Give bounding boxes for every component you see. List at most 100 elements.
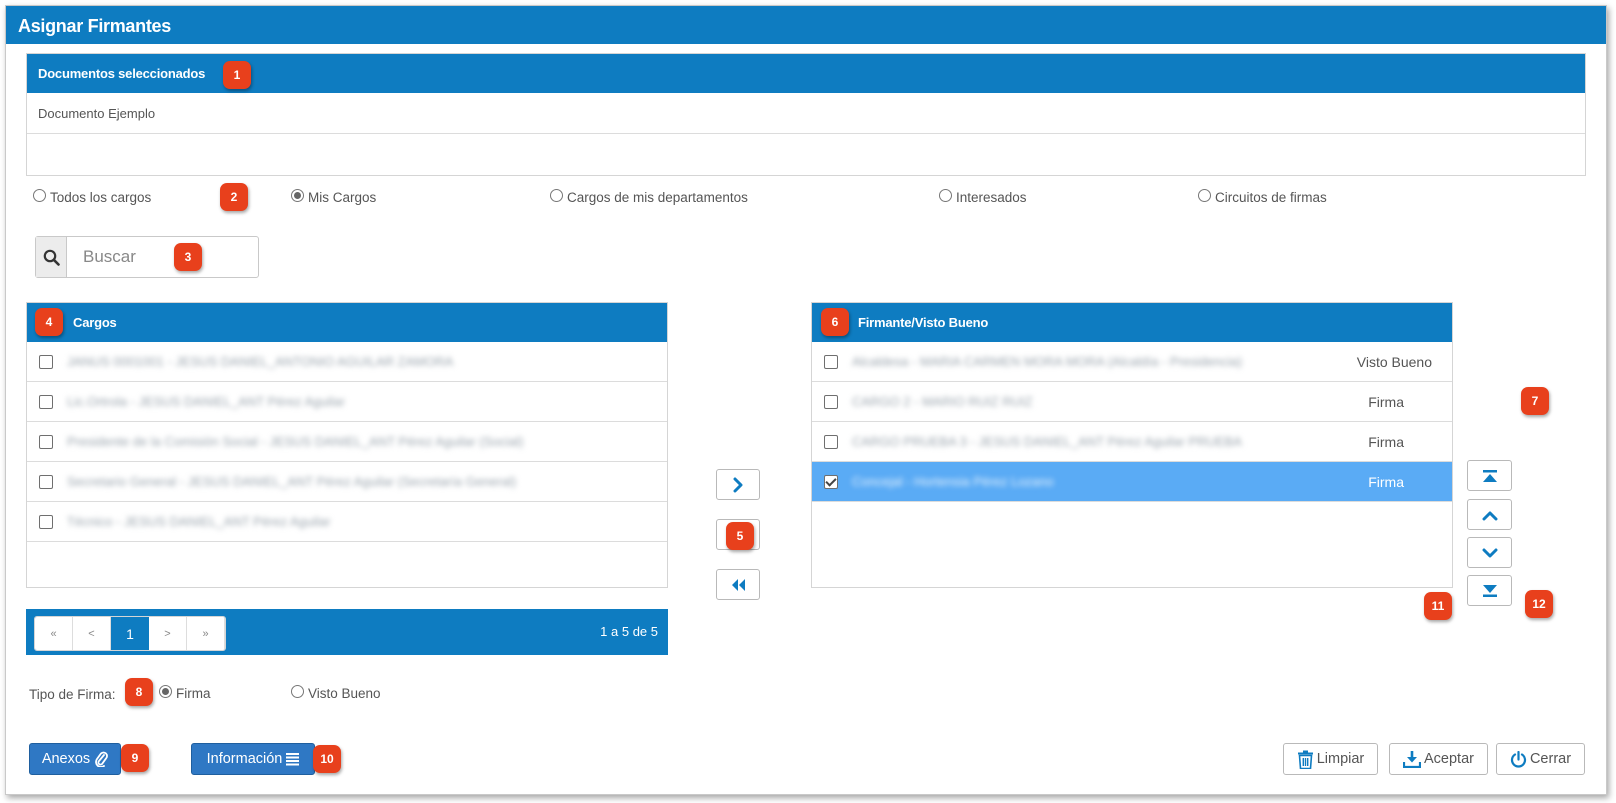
cerrar-label: Cerrar xyxy=(1529,751,1572,767)
badge-2: 2 xyxy=(220,183,248,211)
tipo-firma-label: Tipo de Firma: xyxy=(29,687,116,702)
firma-type: Firma xyxy=(1368,433,1404,450)
cargo-name: Secretario General - JESUS DANIEL_ANT Pé… xyxy=(67,474,517,489)
row-checkbox[interactable] xyxy=(39,434,53,449)
radio-circuitos-de-firmas[interactable]: Circuitos de firmas xyxy=(1198,189,1327,205)
table-row[interactable]: Presidente de la Comisión Social - JESUS… xyxy=(27,422,667,462)
move-up-button[interactable] xyxy=(1467,499,1512,530)
badge-11: 11 xyxy=(1424,592,1452,620)
radio-button[interactable] xyxy=(33,189,46,202)
move-all-left-button[interactable] xyxy=(716,569,760,600)
row-checkbox[interactable] xyxy=(39,514,53,529)
firma-type: Visto Bueno xyxy=(1356,353,1432,370)
radio-visto-bueno[interactable]: Visto Bueno xyxy=(291,685,381,701)
search-box[interactable] xyxy=(35,236,259,278)
paperclip-icon xyxy=(95,751,109,767)
radio-button-selected[interactable] xyxy=(159,685,172,698)
move-right-button[interactable] xyxy=(716,469,760,500)
table-row[interactable]: CARGO PRUEBA 3 - JESUS DANIEL_ANT Pérez … xyxy=(812,422,1452,462)
radio-label: Todos los cargos xyxy=(50,190,152,205)
badge-7: 7 xyxy=(1521,387,1549,415)
limpiar-label: Limpiar xyxy=(1316,751,1365,767)
chevron-up-icon xyxy=(1482,511,1497,520)
row-checkbox[interactable] xyxy=(824,394,838,409)
record-count: 1 a 5 de 5 xyxy=(600,624,658,639)
radio-todos-los-cargos[interactable]: Todos los cargos xyxy=(33,189,152,205)
table-row[interactable]: Lic.Ortrola - JESUS DANIEL_ANT Pérez Agu… xyxy=(27,382,667,422)
chevron-down-icon xyxy=(1482,548,1497,557)
move-down-button[interactable] xyxy=(1467,537,1512,568)
document-name: Documento Ejemplo xyxy=(38,105,156,121)
pagination-bar: « < 1 > » 1 a 5 de 5 xyxy=(26,609,668,655)
move-bottom-button[interactable] xyxy=(1467,575,1512,606)
table-row[interactable]: Secretario General - JESUS DANIEL_ANT Pé… xyxy=(27,462,667,502)
cargo-name: Técnico - JESUS DANIEL_ANT Pérez Aguilar xyxy=(67,514,331,529)
firmante-name: Alcaldesa - MARIA CARMEN MORA MORA (Alca… xyxy=(852,354,1243,369)
radio-button[interactable] xyxy=(1198,189,1211,202)
last-page-button[interactable]: » xyxy=(187,617,225,650)
firmante-name: CARGO 2 - MARIO RUIZ RUIZ xyxy=(852,394,1033,409)
row-checkbox[interactable] xyxy=(824,354,838,369)
row-checkbox[interactable] xyxy=(39,394,53,409)
limpiar-button[interactable]: Limpiar xyxy=(1283,743,1378,775)
radio-firma[interactable]: Firma xyxy=(159,685,211,701)
badge-3: 3 xyxy=(174,243,202,271)
documents-header-label: Documentos seleccionados xyxy=(38,66,206,81)
radio-cargos-de-mis-departamentos[interactable]: Cargos de mis departamentos xyxy=(550,189,748,205)
firmantes-panel: Firmante/Visto Bueno Alcaldesa - MARIA C… xyxy=(811,302,1453,588)
cargo-name: JANUS 0001001 - JESUS DANIEL_ANTONIO AGU… xyxy=(67,354,454,369)
table-row-selected[interactable]: Concejal - Hortensia Pérez Lozano Firma xyxy=(812,462,1452,502)
radio-label: Firma xyxy=(176,686,211,701)
search-icon[interactable] xyxy=(36,237,67,277)
radio-button[interactable] xyxy=(550,189,563,202)
search-input[interactable] xyxy=(67,237,247,277)
firmantes-header-label: Firmante/Visto Bueno xyxy=(858,315,989,330)
table-row[interactable]: Alcaldesa - MARIA CARMEN MORA MORA (Alca… xyxy=(812,342,1452,382)
badge-1: 1 xyxy=(223,61,251,89)
next-page-button[interactable]: > xyxy=(149,617,187,650)
aceptar-button[interactable]: Aceptar xyxy=(1389,743,1488,775)
window-title: Asignar Firmantes xyxy=(6,6,1606,44)
badge-10: 10 xyxy=(313,745,341,773)
prev-page-button[interactable]: < xyxy=(73,617,111,650)
radio-label: Cargos de mis departamentos xyxy=(567,190,748,205)
pagination: « < 1 > » xyxy=(34,616,226,651)
anexos-button[interactable]: Anexos xyxy=(29,743,121,775)
radio-interesados[interactable]: Interesados xyxy=(939,189,1027,205)
firmantes-header: Firmante/Visto Bueno xyxy=(812,303,1452,342)
trash-icon xyxy=(1297,750,1313,769)
badge-12: 12 xyxy=(1525,590,1553,618)
cargos-header: Cargos xyxy=(27,303,667,342)
row-checkbox[interactable] xyxy=(39,354,53,369)
badge-8: 8 xyxy=(125,678,153,706)
list-icon xyxy=(286,753,300,766)
table-row[interactable]: JANUS 0001001 - JESUS DANIEL_ANTONIO AGU… xyxy=(27,342,667,382)
table-row[interactable]: Técnico - JESUS DANIEL_ANT Pérez Aguilar xyxy=(27,502,667,542)
firma-type: Firma xyxy=(1368,393,1404,410)
radio-button[interactable] xyxy=(291,685,304,698)
current-page-button[interactable]: 1 xyxy=(111,617,149,650)
badge-9: 9 xyxy=(121,744,149,772)
table-row[interactable]: CARGO 2 - MARIO RUIZ RUIZ Firma xyxy=(812,382,1452,422)
cargo-name: Presidente de la Comisión Social - JESUS… xyxy=(67,434,524,449)
informacion-button[interactable]: Información xyxy=(191,743,315,775)
radio-mis-cargos[interactable]: Mis Cargos xyxy=(291,189,377,205)
move-top-button[interactable] xyxy=(1467,460,1512,491)
row-checkbox[interactable] xyxy=(39,474,53,489)
row-checkbox[interactable] xyxy=(824,434,838,449)
radio-label: Mis Cargos xyxy=(308,190,377,205)
cargos-panel: Cargos JANUS 0001001 - JESUS DANIEL_ANTO… xyxy=(26,302,668,588)
firmante-name: CARGO PRUEBA 3 - JESUS DANIEL_ANT Pérez … xyxy=(852,434,1242,449)
row-checkbox-checked[interactable] xyxy=(824,474,838,489)
radio-button[interactable] xyxy=(939,189,952,202)
download-icon xyxy=(1403,751,1421,768)
cargos-header-label: Cargos xyxy=(73,315,117,330)
first-page-button[interactable]: « xyxy=(35,617,73,650)
radio-button-selected[interactable] xyxy=(291,189,304,202)
document-row[interactable]: Documento Ejemplo xyxy=(27,93,1585,134)
badge-5: 5 xyxy=(726,522,754,550)
firmante-name: Concejal - Hortensia Pérez Lozano xyxy=(852,474,1054,489)
informacion-label: Información xyxy=(206,751,283,767)
radio-label: Circuitos de firmas xyxy=(1215,190,1327,205)
cerrar-button[interactable]: Cerrar xyxy=(1496,743,1585,775)
